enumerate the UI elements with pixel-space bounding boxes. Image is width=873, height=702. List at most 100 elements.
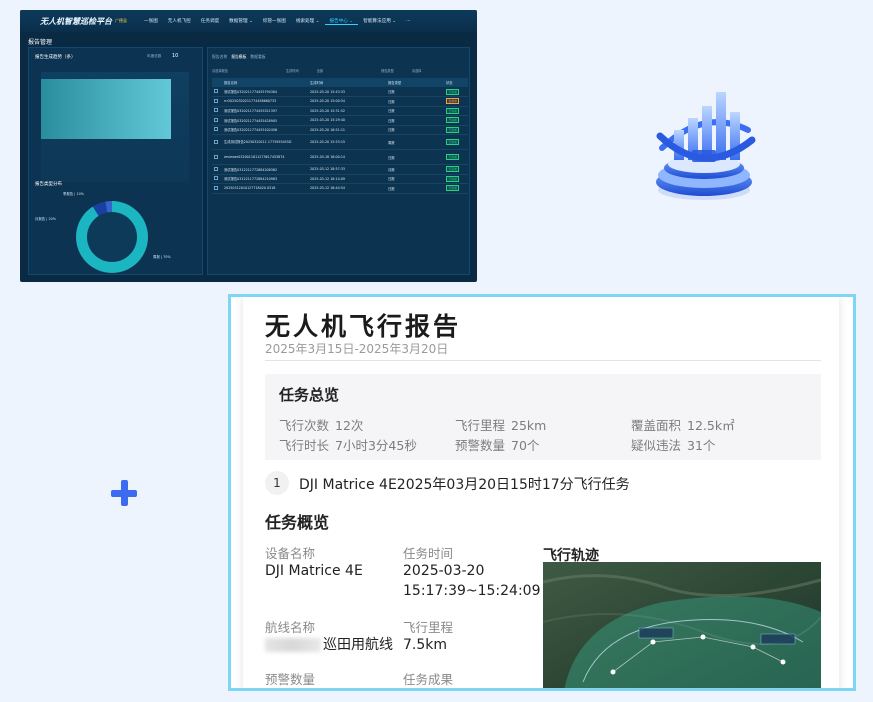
nav-item-ai-algorithms[interactable]: 智能算法应用 ⌄: [358, 18, 401, 24]
trend-title: 报告生成趋势（条）: [35, 55, 76, 60]
nav-item-flight-control[interactable]: 无人机飞控: [163, 18, 196, 24]
filter-time-value[interactable]: 全部: [317, 68, 323, 74]
row-checkbox[interactable]: [214, 154, 218, 159]
device-value: DJI Matrice 4E: [265, 563, 363, 579]
plus-icon: [111, 480, 137, 506]
row-report-name: 测试报告0320211774455794384: [222, 87, 308, 97]
stat-flight-distance-value: 25km: [511, 418, 547, 433]
stat-warnings: 预警数量 70个: [455, 435, 539, 454]
row-checkbox[interactable]: [214, 176, 218, 181]
row-checkbox[interactable]: [214, 185, 218, 190]
row-checkbox[interactable]: [214, 98, 218, 103]
row-status: 已完成: [444, 87, 468, 97]
report-date-range: 2025年3月15日-2025年3月20日: [265, 342, 449, 356]
tab-report-name[interactable]: 报告名称: [212, 54, 227, 60]
row-report-type: 日报: [386, 115, 444, 126]
row-report-type: 周报: [386, 134, 444, 150]
row-select-cell: [212, 96, 222, 107]
row-created-time: 2025-03-20 15:31:52: [308, 106, 386, 116]
row-select-cell: [212, 115, 222, 126]
report-table: 报告名称 生成时间 报告类型 状态 测试报告032021177445579438…: [212, 78, 468, 194]
route-label: 航线名称: [265, 620, 316, 635]
row-report-name: 测试报告0312211772884210983: [222, 174, 308, 184]
distribution-donut: [76, 201, 148, 273]
table-row[interactable]: 测试报告0312211772884210983 2025-03-12 18:14:…: [212, 174, 468, 184]
row-created-time: 2025-03-12 18:14:09: [308, 174, 386, 184]
stat-flight-distance-label: 飞行里程: [455, 418, 506, 433]
nav-item-more[interactable]: ···: [401, 19, 415, 24]
row-created-time: 2025-03-20 16:51:11: [308, 125, 386, 135]
nav-item-map[interactable]: 一张图: [139, 18, 163, 24]
status-badge: 已完成: [446, 185, 460, 192]
status-badge: 生成中: [446, 98, 460, 105]
table-row[interactable]: 测试报告0312211772884208362 2025-03-12 18:57:…: [212, 164, 468, 175]
nav-item-overview-map[interactable]: 综管一张图: [258, 18, 291, 24]
status-badge: 已完成: [446, 139, 460, 145]
stat-violations-label: 疑似违法: [631, 438, 682, 453]
report-preview-frame: 无人机飞行报告 2025年3月15日-2025年3月20日 任务总览 飞行次数 1…: [228, 294, 856, 691]
device-label: 设备名称: [265, 546, 316, 561]
stat-violations-value: 31个: [687, 438, 716, 453]
row-report-type: 日报: [386, 149, 444, 165]
row-created-time: 2025-03-20 15:29:40: [308, 115, 386, 126]
nav-item-task-dispatch[interactable]: 任务调度: [196, 18, 224, 24]
row-report-type: 日报: [386, 174, 444, 184]
stat-coverage-value: 12.5k㎡: [687, 418, 735, 433]
table-row[interactable]: 测试报告0320211774455794384 2025-03-20 15:43:…: [212, 87, 468, 97]
table-row[interactable]: 测试报告0320211774455428905 2025-03-20 15:29:…: [212, 115, 468, 126]
row-report-name: rrr20250320211774456660733: [222, 96, 308, 107]
donut-label-week: 周报 | 70%: [153, 255, 171, 259]
row-select-cell: [212, 106, 222, 116]
col-report-name: 报告名称: [222, 78, 308, 87]
stat-violations: 疑似违法 31个: [631, 435, 715, 454]
task-time-value: 15:17:39~15:24:09: [403, 583, 541, 599]
warning-count-label: 预警数量: [265, 672, 316, 687]
row-report-name: 测试报告0320211774455521397: [222, 106, 308, 116]
row-report-type: 日报: [386, 96, 444, 107]
stat-flight-distance: 飞行里程 25km: [455, 415, 546, 434]
row-report-name: reviewer0320011811273617453874: [222, 149, 308, 165]
report-tabs: 报告名称 报告模板 数据看板: [212, 54, 266, 60]
table-row[interactable]: 测试报告0320211774455102456 2025-03-20 16:51:…: [212, 125, 468, 135]
nav-item-data-management[interactable]: 数据管理 ⌄: [224, 18, 258, 24]
row-select-cell: [212, 174, 222, 184]
tab-data-board[interactable]: 数据看板: [250, 54, 265, 60]
row-report-type: 日报: [386, 106, 444, 116]
table-row[interactable]: rrr20250320211774456660733 2025-03-20 15:…: [212, 96, 468, 107]
status-badge: 已完成: [446, 166, 460, 173]
row-report-type: 月报: [386, 164, 444, 175]
trend-chart-area: [41, 79, 171, 139]
row-status: 生成中: [444, 96, 468, 107]
filter-type-value[interactable]: 请选择: [412, 68, 422, 74]
row-status: 已完成: [444, 164, 468, 175]
row-checkbox[interactable]: [214, 117, 218, 122]
row-checkbox[interactable]: [214, 89, 218, 93]
row-checkbox[interactable]: [214, 108, 218, 113]
row-select-cell: [212, 87, 222, 97]
dashboard-screenshot: 无人机智慧巡检平台 广德县 一张图 无人机飞控 任务调度 数据管理 ⌄ 综管一张…: [20, 10, 477, 282]
flight-track-map: [543, 562, 821, 688]
table-row[interactable]: reviewer0320011811273617453874 2025-03-18…: [212, 149, 468, 165]
table-header-row: 报告名称 生成时间 报告类型 状态: [212, 78, 468, 87]
table-row[interactable]: 20250312010127718420 0318 2025-03-12 16:4…: [212, 183, 468, 194]
nav-item-report-center[interactable]: 报告中心 ⌄: [324, 18, 359, 25]
row-checkbox[interactable]: [214, 166, 218, 171]
row-status: 已完成: [444, 149, 468, 165]
nav-item-clue-handling[interactable]: 线索处理 ⌄: [291, 18, 325, 24]
mission-title: DJI Matrice 4E2025年03月20日15时17分飞行任务: [299, 477, 630, 493]
report-filters: 请选择报告 生成时间 全部 报告类型 请选择: [212, 68, 467, 74]
row-checkbox[interactable]: [214, 139, 218, 144]
row-checkbox[interactable]: [214, 127, 218, 132]
row-select-cell: [212, 164, 222, 175]
trend-filter[interactable]: 年度总数: [147, 54, 161, 59]
tab-report-template[interactable]: 报告模板: [231, 54, 246, 60]
row-created-time: 2025-03-12 16:44:54: [308, 183, 386, 194]
table-row[interactable]: 测试报告0320211774455521397 2025-03-20 15:31:…: [212, 106, 468, 116]
table-row[interactable]: 生成测试报告20250320211 1775955455D 2025-03-20 …: [212, 134, 468, 150]
stat-coverage-label: 覆盖面积: [631, 418, 682, 433]
task-result-label: 任务成果: [403, 672, 454, 687]
filter-report-name[interactable]: 请选择报告: [212, 68, 228, 74]
distance-value: 7.5km: [403, 637, 448, 653]
row-status: 已完成: [444, 106, 468, 116]
row-select-cell: [212, 134, 222, 150]
